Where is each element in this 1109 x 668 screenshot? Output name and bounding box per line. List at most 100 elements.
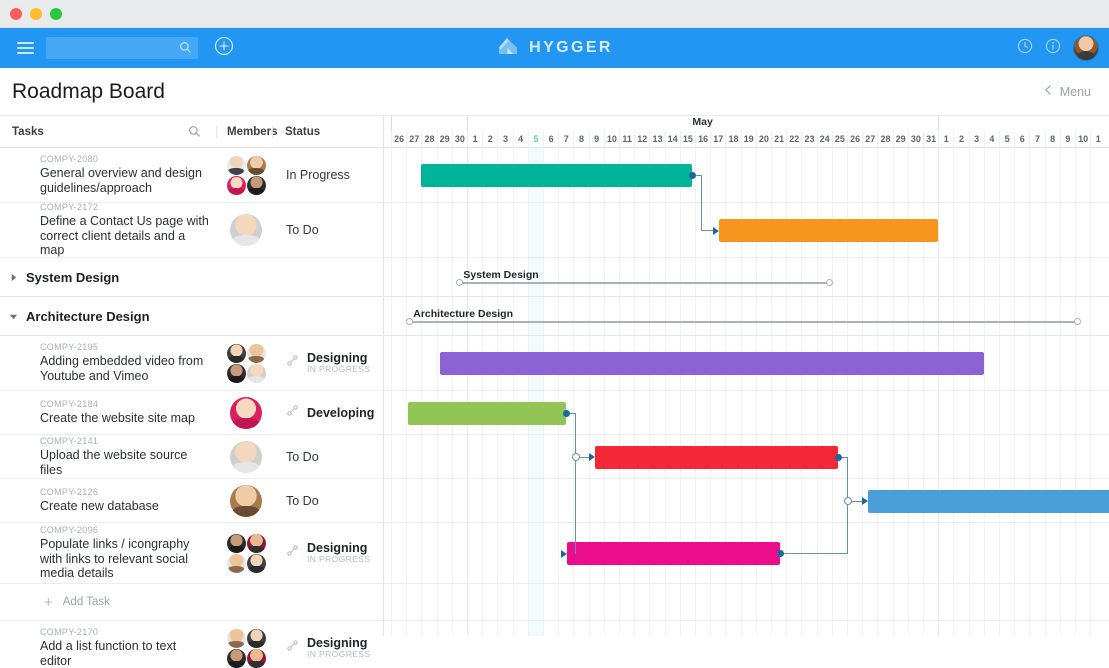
gantt-summary-bar[interactable]: Architecture Design — [406, 308, 1082, 334]
timeline-month-separator — [938, 116, 940, 131]
timeline-month-row: May — [384, 116, 1109, 131]
link-start-node[interactable] — [562, 409, 570, 417]
search-input[interactable] — [46, 37, 198, 59]
status-cell[interactable]: To Do — [276, 223, 383, 237]
gantt-bar[interactable] — [868, 489, 1109, 513]
gantt-bar[interactable] — [719, 219, 939, 242]
timeline-month-separator — [391, 116, 392, 131]
table-row[interactable]: COMPY-2172 Define a Contact Us page with … — [0, 201, 383, 258]
status-sublabel: IN PROGRESS — [307, 649, 371, 660]
link-arrowhead — [862, 497, 869, 505]
task-cell: COMPY-2080 General overview and design gu… — [0, 154, 216, 196]
timeline-gridline — [543, 148, 544, 636]
task-title: Create new database — [40, 499, 159, 514]
member-avatars[interactable] — [216, 628, 276, 668]
gantt-bar[interactable] — [594, 445, 838, 469]
timeline-day-cell: 12 — [634, 131, 649, 148]
status-cell[interactable]: In Progress — [276, 168, 383, 182]
timeline-day-cell: 19 — [740, 131, 756, 148]
link-start-node[interactable] — [777, 550, 785, 557]
link-waypoint-node[interactable] — [571, 453, 580, 461]
member-avatars[interactable] — [216, 155, 276, 195]
timeline-day-cell: 4 — [983, 131, 999, 148]
link-start-node[interactable] — [834, 453, 842, 461]
page-header: Roadmap Board Menu — [0, 68, 1109, 116]
chevron-down-icon[interactable] — [0, 312, 26, 321]
table-row[interactable]: COMPY-2141 Upload the website source file… — [0, 435, 383, 479]
gantt-bar[interactable] — [421, 164, 692, 187]
member-avatars[interactable] — [216, 396, 276, 429]
avatar — [226, 648, 246, 668]
task-title: Add a list function to text editor — [40, 639, 177, 668]
link-segment — [847, 457, 849, 554]
avatar — [246, 343, 266, 363]
link-segment — [575, 413, 577, 554]
link-start-node[interactable] — [688, 172, 696, 179]
add-task-button[interactable]: + Add Task — [0, 584, 383, 621]
table-row[interactable]: COMPY-2184 Create the website site map Dev… — [0, 391, 383, 435]
avatar — [226, 533, 246, 553]
column-header-status: Status — [272, 125, 383, 138]
table-row[interactable]: COMPY-2170 Add a list function to text ed… — [0, 621, 383, 668]
timeline-day-cell: 27 — [406, 131, 421, 148]
task-key: COMPY-2184 — [40, 399, 99, 410]
status-cell[interactable]: To Do — [276, 450, 383, 464]
member-avatars[interactable] — [216, 440, 276, 473]
group-row[interactable]: System Design — [0, 258, 383, 297]
timeline-gridline — [983, 148, 985, 636]
timeline-day-row: 26 27 28 29 30 1 2 3 4 5 6 7 8 9 10 11 12 13 14 15 16 17 18 19 2… — [384, 131, 1109, 148]
timeline-gridline — [391, 148, 392, 636]
timeline-gridline — [451, 148, 453, 636]
link-segment — [701, 175, 703, 231]
member-avatars[interactable] — [216, 214, 276, 246]
gantt-bar[interactable] — [407, 401, 566, 425]
status-cell[interactable]: Designing IN PROGRESS — [276, 541, 383, 565]
link-icon — [286, 404, 299, 422]
task-title: Create the website site map — [40, 411, 195, 426]
plus-circle-icon[interactable] — [214, 36, 234, 61]
global-search[interactable] — [46, 37, 198, 59]
window-minimize-button[interactable] — [30, 7, 42, 20]
timeline-month-label: May — [692, 116, 713, 128]
table-row[interactable]: COMPY-2080 General overview and design gu… — [0, 148, 383, 203]
member-avatars[interactable] — [216, 343, 276, 383]
timeline-gridline — [968, 148, 970, 636]
gantt-summary-bar[interactable]: System Design — [456, 269, 834, 295]
page-title: Roadmap Board — [12, 79, 165, 103]
status-cell[interactable]: Developing — [276, 404, 383, 422]
menu-toggle-button[interactable]: Menu — [1044, 84, 1091, 99]
table-row[interactable]: COMPY-2126 Create new database To Do — [0, 479, 383, 523]
member-avatars[interactable] — [216, 533, 276, 573]
status-cell[interactable]: To Do — [276, 494, 383, 508]
task-search-icon[interactable] — [188, 125, 216, 138]
task-title: Upload the website source files — [40, 447, 188, 477]
avatar — [226, 175, 246, 195]
window-close-button[interactable] — [10, 7, 22, 20]
status-cell[interactable]: Designing IN PROGRESS — [276, 351, 383, 375]
gantt-bar[interactable] — [439, 352, 984, 375]
gantt-bar[interactable] — [567, 542, 781, 565]
chevron-right-icon[interactable] — [0, 273, 26, 282]
table-row[interactable]: COMPY-2096 Populate links / icongraphy wi… — [0, 523, 383, 584]
task-key: COMPY-2172 — [40, 201, 99, 212]
link-icon — [286, 639, 299, 657]
status-cell[interactable]: Designing IN PROGRESS — [276, 636, 383, 660]
table-row[interactable]: COMPY-2195 Adding embedded video from You… — [0, 336, 383, 391]
window-zoom-button[interactable] — [50, 7, 62, 20]
info-circle-icon[interactable] — [1045, 38, 1061, 59]
group-row[interactable]: Architecture Design — [0, 297, 383, 336]
timeline-day-cell: 7 — [1029, 131, 1044, 148]
link-waypoint-node[interactable] — [843, 497, 852, 505]
timeline-day-cell: 21 — [771, 131, 786, 148]
status-label: Developing — [307, 405, 375, 420]
timeline-gridline — [1029, 148, 1031, 636]
avatar — [246, 175, 266, 195]
clock-icon[interactable] — [1017, 38, 1033, 59]
timeline-day-cell: 30 — [907, 131, 923, 148]
timeline-gridline — [421, 148, 423, 636]
hamburger-icon[interactable] — [8, 42, 42, 54]
user-avatar[interactable] — [1073, 35, 1099, 61]
timeline-row-divider — [384, 583, 1109, 584]
timeline-gridline — [938, 148, 940, 636]
member-avatars[interactable] — [216, 484, 276, 517]
